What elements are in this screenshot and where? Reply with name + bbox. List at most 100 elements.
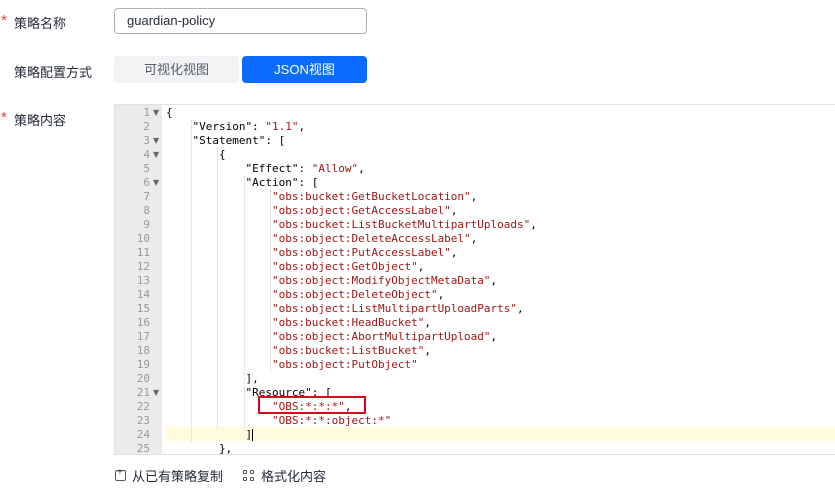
line-number: 9 [143,218,150,231]
line-number: 25 [136,442,150,455]
syntax-token: , [424,344,431,357]
fold-toggle-icon[interactable]: ▼ [153,388,161,397]
string-token: "obs:bucket:HeadBucket" [272,316,425,329]
syntax-token: }, [219,442,233,455]
code-line: "obs:object:DeleteAccessLabel", [272,232,477,246]
syntax-token: , [490,274,498,287]
line-number: 20 [136,372,150,385]
fold-toggle-icon[interactable]: ▼ [153,108,161,117]
syntax-token: , [417,260,425,273]
code-line: "OBS:*:*:object:*" [272,414,391,428]
format-label: 格式化内容 [261,469,327,484]
policy-content-label: * 策略内容 [1,109,67,129]
annotation-highlight-box [258,396,366,414]
syntax-token: "Version": [192,120,266,133]
code-line: "obs:object:ModifyObjectMetaData", [272,274,497,288]
syntax-token: { [219,148,226,161]
syntax-token: , [470,190,478,203]
policy-name-input[interactable]: guardian-policy [114,8,367,34]
string-token: "Allow" [311,162,359,175]
code-line: "obs:bucket:HeadBucket", [272,316,431,330]
syntax-token: , [424,316,431,329]
syntax-token: , [450,246,458,259]
string-token: "obs:bucket:GetBucketLocation" [272,190,471,203]
line-number: 10 [136,232,150,245]
code-line: "obs:object:GetAccessLabel", [272,204,457,218]
code-line: "obs:object:DeleteObject", [272,288,444,302]
syntax-token: "Action": [ [245,176,319,189]
code-line: { [219,148,226,162]
syntax-token: , [470,232,478,245]
syntax-token: , [437,288,445,301]
code-line: "obs:object:ListMultipartUploadParts", [272,302,524,316]
required-mark: * [1,12,7,29]
code-line: "obs:object:GetObject", [272,260,424,274]
code-line: "Action": [ [246,176,319,190]
json-code-editor[interactable]: 1 ▼ 2 3 ▼ 4 ▼ 5 6 ▼ 7 8 9 10 11 12 13 14 15 16 17 18 19 20 21 ▼ 22… [114,104,835,455]
line-number: 8 [143,204,150,217]
string-token: "obs:bucket:ListBucketMultipartUploads" [272,218,531,231]
line-number-gutter: 1 ▼ 2 3 ▼ 4 ▼ 5 6 ▼ 7 8 9 10 11 12 13 14 15 16 17 18 19 20 21 ▼ 22… [115,105,162,454]
code-line: "obs:bucket:ListBucket", [272,344,431,358]
code-line: "Version": "1.1", [193,120,306,134]
code-line: "obs:bucket:ListBucketMultipartUploads", [272,218,537,232]
line-number: 23 [136,414,150,427]
string-token: "1.1" [265,120,299,133]
syntax-token: , [450,204,458,217]
string-token: "obs:object:ModifyObjectMetaData" [272,274,491,287]
config-mode-label: 策略配置方式 [14,65,93,80]
policy-name-label: * 策略名称 [1,12,67,32]
active-line-highlight [166,427,835,441]
line-number: 4 [143,148,150,161]
code-line: { [166,106,173,120]
required-mark: * [1,109,7,126]
fold-toggle-icon[interactable]: ▼ [153,178,161,187]
indent-guide [190,120,192,442]
fold-toggle-icon[interactable]: ▼ [153,150,161,159]
code-line: }, [219,442,233,455]
visual-view-tab[interactable]: 可视化视图 [114,56,239,83]
string-token: "obs:object:DeleteObject" [272,288,438,301]
indent-guide [217,148,218,428]
json-view-tab[interactable]: JSON视图 [242,56,367,83]
copy-icon [115,467,126,481]
syntax-token: , [298,120,306,133]
line-number: 14 [136,288,150,301]
line-number: 22 [136,400,150,413]
line-number: 5 [143,162,150,175]
line-number: 7 [143,190,150,203]
format-content-button[interactable]: 格式化内容 [243,466,326,485]
line-number: 3 [143,134,150,147]
code-line: "obs:object:AbortMultipartUpload", [272,330,497,344]
string-token: "obs:object:DeleteAccessLabel" [272,232,471,245]
syntax-token: , [517,302,524,315]
policy-name-label-text: 策略名称 [14,16,67,31]
line-number: 1 [143,106,150,119]
line-number: 21 [136,386,150,399]
string-token: "OBS:*:*:object:*" [272,414,392,427]
code-line: "Statement": [ [193,134,286,148]
indent-guide [243,176,245,428]
string-token: "obs:object:GetAccessLabel" [272,204,451,217]
text-cursor [252,429,254,441]
string-token: "obs:object:ListMultipartUploadParts" [272,302,518,315]
syntax-token: { [166,106,173,119]
code-line: "Effect": "Allow", [246,162,365,176]
code-line: ], [246,372,259,386]
fold-toggle-icon[interactable]: ▼ [153,136,161,145]
string-token: "obs:object:GetObject" [272,260,418,273]
syntax-token: , [358,162,365,175]
line-number: 18 [136,344,150,357]
policy-content-label-text: 策略内容 [14,113,67,128]
code-line: "obs:bucket:GetBucketLocation", [272,190,477,204]
copy-from-existing-policy-button[interactable]: 从已有策略复制 [115,466,223,485]
syntax-token: , [490,330,498,343]
string-token: "obs:bucket:ListBucket" [272,344,425,357]
line-number: 19 [136,358,150,371]
syntax-token: ], [245,372,259,385]
line-number: 6 [143,176,150,189]
code-line: ] [246,428,254,442]
syntax-token: ] [245,428,253,441]
string-token: "obs:object:PutAccessLabel" [272,246,451,259]
syntax-token: "Statement": [ [192,134,286,147]
